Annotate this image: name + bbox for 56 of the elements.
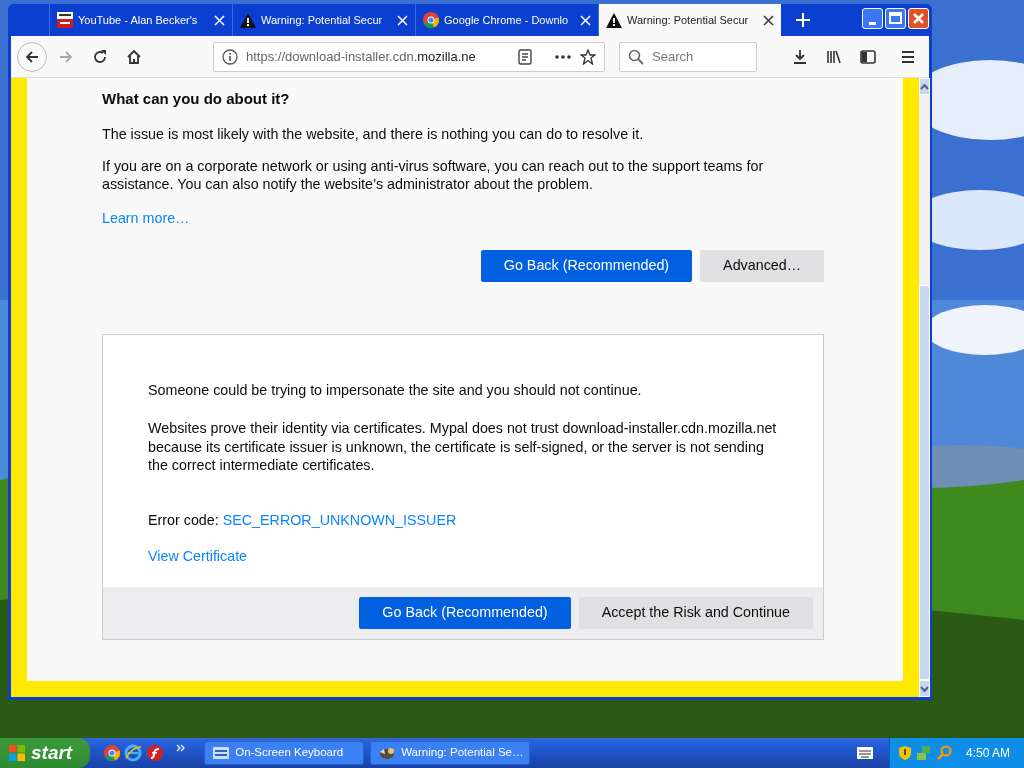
view-certificate-link[interactable]: View Certificate <box>148 545 248 568</box>
clock: 4:50 AM <box>965 745 1010 762</box>
maximize-button[interactable] <box>885 8 906 29</box>
keyboard-icon[interactable] <box>856 747 873 759</box>
error-code-link[interactable]: SEC_ERROR_UNKNOWN_ISSUER <box>222 510 457 532</box>
warning-icon <box>606 12 622 28</box>
scroll-down-icon[interactable] <box>920 685 929 692</box>
taskbar-button[interactable]: On-Screen Keyboard <box>204 741 365 765</box>
reload-icon <box>92 48 108 65</box>
bookmark-star-icon[interactable] <box>580 48 596 65</box>
scroll-up-icon[interactable] <box>920 83 929 90</box>
video-logo-icon <box>57 12 73 28</box>
bird-icon <box>379 746 396 760</box>
go-back-button[interactable]: Go Back (Recommended) <box>480 249 693 282</box>
maximize-icon <box>887 10 904 27</box>
heading: What can you do about it? <box>102 89 291 109</box>
start-button[interactable]: start <box>0 738 91 768</box>
info-icon[interactable] <box>222 48 238 65</box>
secondary-button[interactable]: Advanced… <box>700 249 824 282</box>
minimize-icon <box>869 22 876 25</box>
address-field[interactable]: https://download-installer.cdn.mozilla.ne <box>213 41 605 72</box>
menu-icon <box>900 48 916 65</box>
paragraph: The issue is most likely with the website, and there is nothing you can do to resolve it. <box>102 124 645 143</box>
downloads-icon <box>792 48 808 65</box>
new-tab-icon[interactable] <box>795 12 811 28</box>
windows-logo-icon <box>8 744 26 762</box>
browser-e-icon[interactable] <box>124 744 143 762</box>
forward-icon <box>58 48 74 65</box>
sidebar-icon <box>860 48 876 65</box>
learn-more-link[interactable]: Learn more… <box>102 208 190 230</box>
reader-view-icon[interactable] <box>518 48 532 65</box>
library-icon <box>826 48 842 65</box>
back-icon <box>24 48 40 65</box>
error-code-label: Error code: <box>148 511 219 531</box>
url-text: https://download-installer.cdn.mozilla.ne <box>246 47 477 66</box>
scrollbar[interactable] <box>919 78 930 697</box>
minimize-button[interactable] <box>862 8 883 29</box>
taskbar-button[interactable]: Warning: Potential Se… <box>370 741 531 765</box>
browser-tab[interactable]: Warning: Potential Secur <box>598 4 781 36</box>
search-field[interactable]: Search <box>619 41 757 72</box>
paragraph: If you are on a corporate network or using anti-virus software, you can reach out to the support teams for assistance. You can also notify the website’s administrator about the problem. <box>102 156 765 194</box>
search-icon <box>628 48 644 65</box>
shield-icon[interactable] <box>897 745 912 761</box>
paragraph: Someone could be trying to impersonate the site and you should not continue. <box>148 380 643 400</box>
flash-player-icon[interactable] <box>146 744 165 762</box>
chrome-logo-icon <box>423 12 439 28</box>
home-icon <box>126 48 142 65</box>
paragraph: Websites prove their identity via certificates. Mypal does not trust download-installer.cdn.mozilla.net because its certificate issuer is unknown, the certificate is self-signed, or the server is not sending the correct intermediate certificates. <box>148 419 778 475</box>
secondary-button[interactable]: Accept the Risk and Continue <box>578 597 813 630</box>
warning-icon <box>240 12 256 28</box>
close-icon[interactable] <box>763 14 774 26</box>
chrome-logo-icon[interactable] <box>104 745 121 761</box>
go-back-button[interactable]: Go Back (Recommended) <box>359 597 571 630</box>
keyboard-icon <box>213 747 230 759</box>
chevron-icon[interactable] <box>176 743 187 753</box>
close-button[interactable] <box>908 8 929 29</box>
